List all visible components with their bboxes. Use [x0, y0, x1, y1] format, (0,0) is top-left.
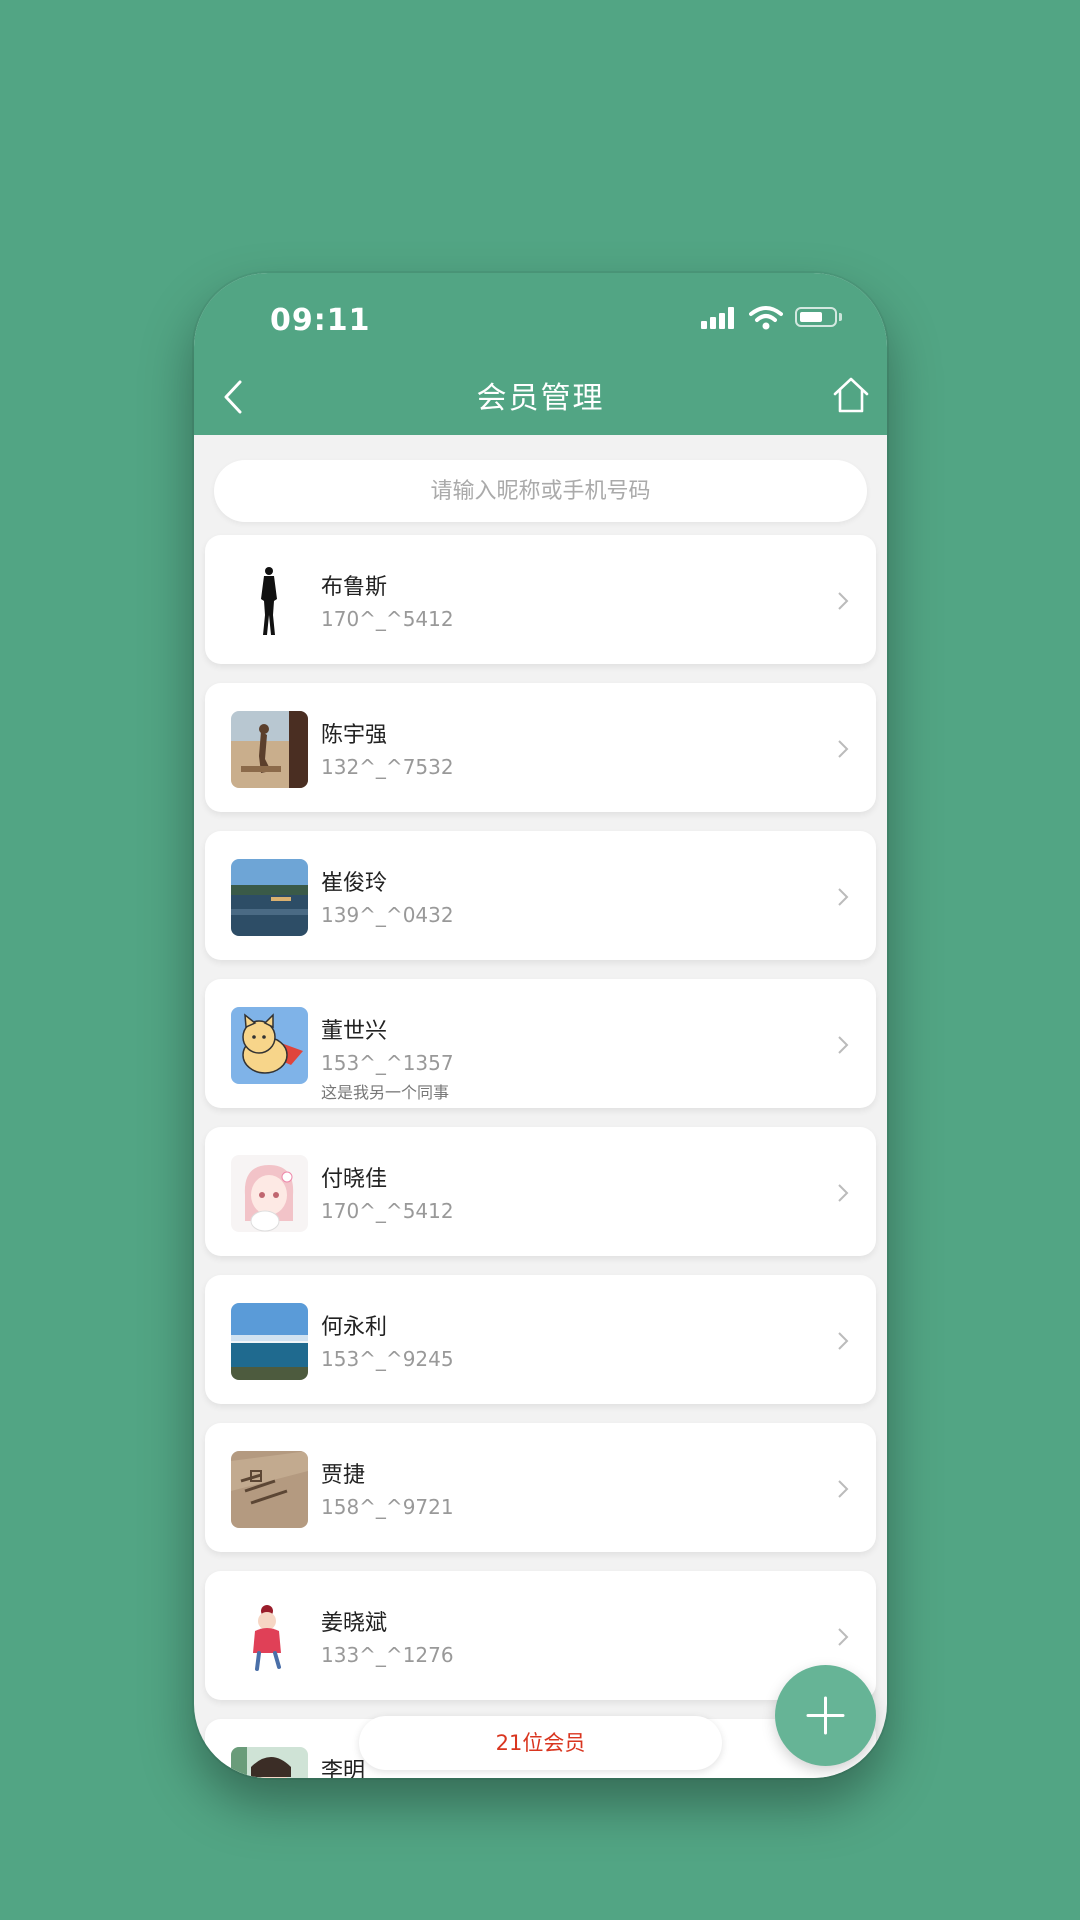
chevron-right-icon [838, 1332, 849, 1350]
member-name: 何永利 [321, 1315, 388, 1340]
member-avatar [231, 859, 308, 936]
member-name: 董世兴 [321, 1019, 388, 1044]
member-note: 这是我另一个同事 [321, 1083, 450, 1102]
member-name: 贾捷 [321, 1463, 366, 1488]
member-phone: 133^_^1276 [321, 1643, 454, 1667]
battery-icon [795, 307, 837, 327]
member-card[interactable]: 贾捷 158^_^9721 [205, 1423, 876, 1552]
member-phone: 139^_^0432 [321, 903, 454, 927]
battery-cap [839, 313, 842, 321]
member-card[interactable]: 崔俊玲 139^_^0432 [205, 831, 876, 960]
chevron-right-icon [838, 592, 849, 610]
member-phone: 158^_^9721 [321, 1495, 454, 1519]
member-avatar [231, 1303, 308, 1380]
member-phone: 153^_^1357 [321, 1051, 454, 1075]
member-avatar [231, 1155, 308, 1232]
member-phone: 170^_^5412 [321, 1199, 454, 1223]
member-card[interactable]: 陈宇强 132^_^7532 [205, 683, 876, 812]
chevron-right-icon [838, 1628, 849, 1646]
page-title: 会员管理 [476, 381, 605, 416]
member-avatar [231, 563, 308, 640]
home-icon[interactable] [832, 375, 870, 415]
member-card[interactable]: 何永利 153^_^9245 [205, 1275, 876, 1404]
member-avatar [231, 1599, 308, 1676]
member-phone: 132^_^7532 [321, 755, 454, 779]
member-count: 21位会员 [359, 1716, 722, 1770]
member-name: 陈宇强 [321, 723, 388, 748]
member-card[interactable]: 姜晓斌 133^_^1276 [205, 1571, 876, 1700]
status-time: 09:11 [270, 303, 371, 338]
cellular-signal-icon [701, 307, 737, 329]
chevron-right-icon [838, 740, 849, 758]
plus-icon [806, 1696, 845, 1735]
member-avatar [231, 1007, 308, 1084]
member-avatar [231, 1747, 308, 1778]
member-card[interactable]: 布鲁斯 170^_^5412 [205, 535, 876, 664]
app-header: 09:11 会员管理 [194, 273, 887, 435]
member-name: 姜晓斌 [321, 1611, 388, 1636]
chevron-right-icon [838, 888, 849, 906]
add-member-button[interactable] [775, 1665, 876, 1766]
chevron-right-icon [838, 1184, 849, 1202]
member-list: 布鲁斯 170^_^5412 陈宇强 132^_^7532 崔俊玲 139^_^… [205, 535, 876, 1778]
member-phone: 153^_^9245 [321, 1347, 454, 1371]
chevron-right-icon [838, 1036, 849, 1054]
chevron-right-icon [838, 1480, 849, 1498]
member-name: 布鲁斯 [321, 575, 388, 600]
member-card[interactable]: 付晓佳 170^_^5412 [205, 1127, 876, 1256]
member-name: 崔俊玲 [321, 871, 388, 896]
phone-frame: 09:11 会员管理 布鲁斯 [194, 273, 887, 1778]
member-avatar [231, 711, 308, 788]
member-card[interactable]: 董世兴 153^_^1357 这是我另一个同事 [205, 979, 876, 1108]
wifi-icon [749, 306, 783, 330]
member-name: 李明 [321, 1759, 366, 1778]
search-input[interactable] [214, 460, 867, 522]
member-name: 付晓佳 [321, 1167, 388, 1192]
member-phone: 170^_^5412 [321, 607, 454, 631]
member-avatar [231, 1451, 308, 1528]
